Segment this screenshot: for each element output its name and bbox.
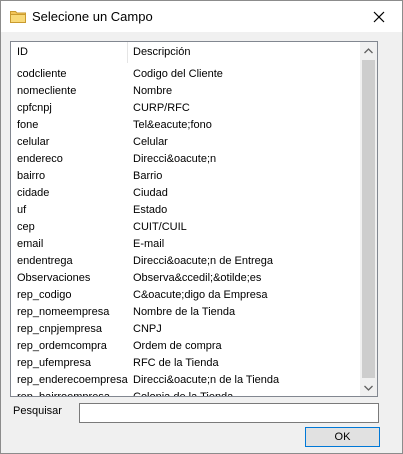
field-id: cidade (17, 187, 50, 199)
field-id: bairro (17, 170, 46, 182)
list-item[interactable]: rep_ordemcompra Ordem de compra (11, 338, 361, 355)
close-button[interactable] (356, 1, 402, 32)
column-header-id[interactable]: ID (11, 42, 128, 63)
list-item[interactable]: endereco Direcci&oacute;n (11, 151, 361, 168)
list-item[interactable]: rep_bairroempresa Colonia de la Tienda (11, 389, 361, 397)
vertical-scrollbar[interactable] (360, 42, 377, 396)
ok-button[interactable]: OK (305, 427, 380, 447)
field-description: C&oacute;digo da Empresa (133, 289, 268, 301)
list-item[interactable]: cpfcnpj CURP/RFC (11, 100, 361, 117)
list-item[interactable]: rep_codigo C&oacute;digo da Empresa (11, 287, 361, 304)
dialog-window: Selecione un Campo ID Descripción codcli… (0, 0, 403, 454)
title-bar[interactable]: Selecione un Campo (1, 1, 402, 32)
field-id: celular (17, 136, 50, 148)
scroll-down-button[interactable] (360, 379, 377, 396)
list-item[interactable]: nomecliente Nombre (11, 83, 361, 100)
list-item[interactable]: rep_cnpjempresa CNPJ (11, 321, 361, 338)
field-id: endentrega (17, 255, 73, 267)
field-description: RFC de la Tienda (133, 357, 219, 369)
search-input[interactable] (79, 403, 379, 423)
list-item[interactable]: uf Estado (11, 202, 361, 219)
field-id: cpfcnpj (17, 102, 52, 114)
field-description: Nombre (133, 85, 173, 97)
chevron-down-icon (364, 385, 373, 391)
window-title: Selecione un Campo (32, 9, 153, 24)
field-id: nomecliente (17, 85, 77, 97)
field-id: rep_cnpjempresa (17, 323, 102, 335)
list-header: ID Descripción (11, 42, 361, 63)
list-item[interactable]: endentrega Direcci&oacute;n de Entrega (11, 253, 361, 270)
field-id: rep_enderecoempresa (17, 374, 128, 386)
field-description: Colonia de la Tienda (133, 391, 234, 397)
field-id: rep_ufempresa (17, 357, 91, 369)
list-item[interactable]: fone Tel&eacute;fono (11, 117, 361, 134)
scroll-thumb[interactable] (362, 60, 375, 378)
field-description: Direcci&oacute;n de la Tienda (133, 374, 280, 386)
field-description: CUIT/CUIL (133, 221, 187, 233)
ok-button-label: OK (334, 431, 351, 443)
search-label: Pesquisar (13, 405, 62, 417)
field-id: rep_bairroempresa (17, 391, 110, 397)
chevron-up-icon (364, 47, 373, 53)
list-item[interactable]: rep_nomeempresa Nombre de la Tienda (11, 304, 361, 321)
field-id: rep_ordemcompra (17, 340, 107, 352)
list-item[interactable]: rep_enderecoempresa Direcci&oacute;n de l… (11, 372, 361, 389)
column-header-description[interactable]: Descripción (128, 42, 361, 63)
close-icon (373, 11, 385, 22)
field-description: Observa&ccedil;&otilde;es (133, 272, 262, 284)
list-item[interactable]: cidade Ciudad (11, 185, 361, 202)
field-description: CNPJ (133, 323, 162, 335)
field-list[interactable]: ID Descripción codcliente Codigo del Clie… (10, 41, 378, 397)
list-rows: codcliente Codigo del Cliente nomecliente N… (11, 66, 361, 397)
field-description: Nombre de la Tienda (133, 306, 236, 318)
field-id: fone (17, 119, 39, 131)
scroll-up-button[interactable] (360, 42, 377, 59)
field-id: codcliente (17, 68, 67, 80)
field-id: cep (17, 221, 35, 233)
field-description: Barrio (133, 170, 163, 182)
field-id: endereco (17, 153, 63, 165)
list-item[interactable]: email E-mail (11, 236, 361, 253)
field-description: Tel&eacute;fono (133, 119, 212, 131)
field-description: Codigo del Cliente (133, 68, 223, 80)
folder-icon (10, 10, 26, 23)
field-id: rep_codigo (17, 289, 72, 301)
field-id: rep_nomeempresa (17, 306, 110, 318)
field-id: uf (17, 204, 27, 216)
field-id: email (17, 238, 44, 250)
field-description: Estado (133, 204, 168, 216)
list-item[interactable]: rep_ufempresa RFC de la Tienda (11, 355, 361, 372)
field-description: Direcci&oacute;n de Entrega (133, 255, 274, 267)
field-description: Ordem de compra (133, 340, 222, 352)
list-item[interactable]: cep CUIT/CUIL (11, 219, 361, 236)
list-item[interactable]: codcliente Codigo del Cliente (11, 66, 361, 83)
field-id: Observaciones (17, 272, 91, 284)
field-description: CURP/RFC (133, 102, 190, 114)
list-item[interactable]: celular Celular (11, 134, 361, 151)
list-item[interactable]: bairro Barrio (11, 168, 361, 185)
field-description: Ciudad (133, 187, 168, 199)
list-item[interactable]: Observaciones Observa&ccedil;&otilde;es (11, 270, 361, 287)
field-description: Celular (133, 136, 168, 148)
field-description: E-mail (133, 238, 165, 250)
field-description: Direcci&oacute;n (133, 153, 217, 165)
